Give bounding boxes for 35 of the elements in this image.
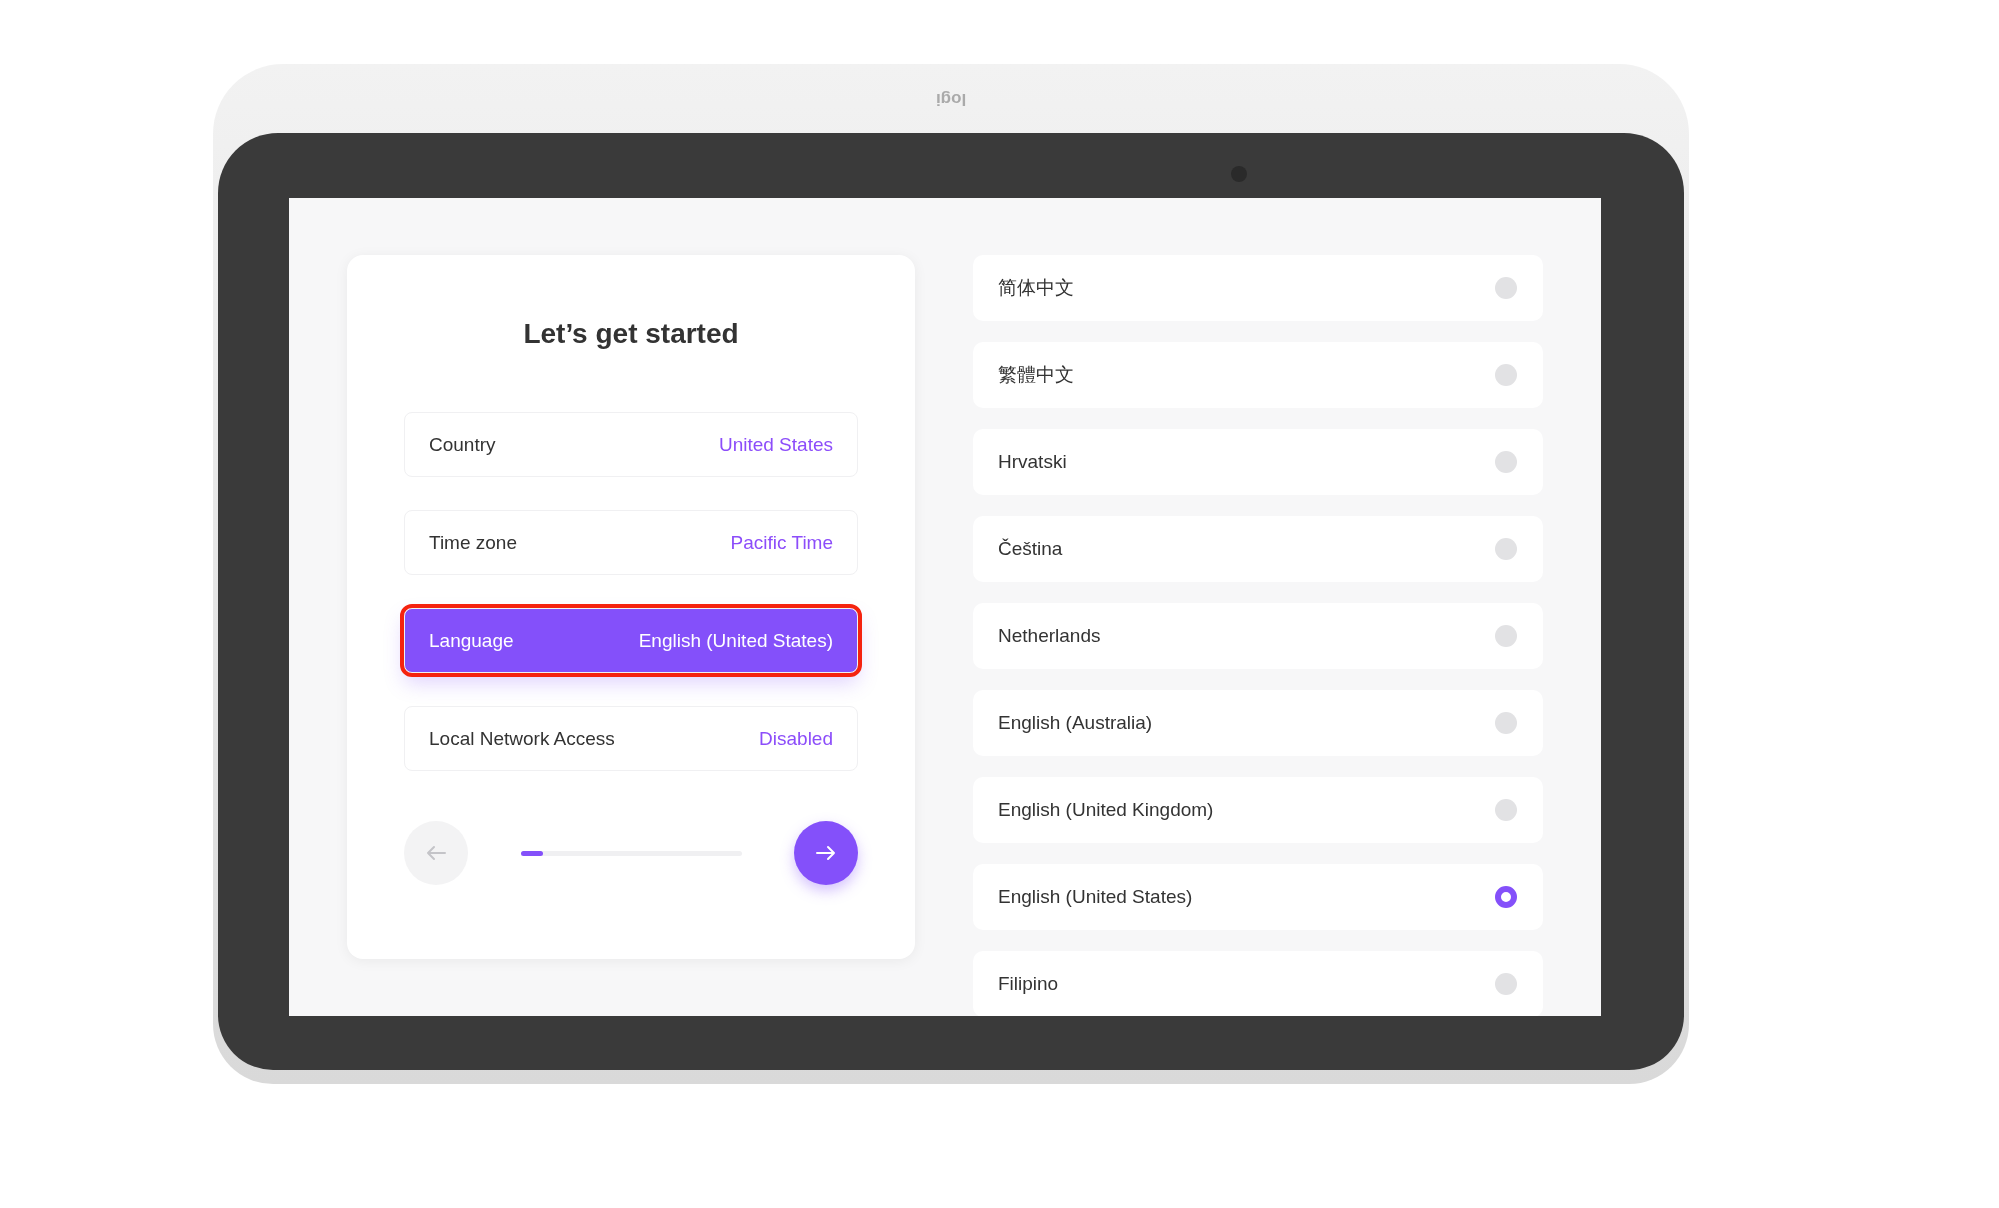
language-option[interactable]: 简体中文 [973, 255, 1543, 321]
radio-button[interactable] [1495, 973, 1517, 995]
setting-row[interactable]: Time zone Pacific Time [404, 510, 858, 575]
radio-button[interactable] [1495, 799, 1517, 821]
language-name: English (United Kingdom) [998, 799, 1214, 821]
language-name: Hrvatski [998, 451, 1067, 473]
setting-row[interactable]: Country United States [404, 412, 858, 477]
language-option[interactable]: Hrvatski [973, 429, 1543, 495]
radio-button[interactable] [1495, 538, 1517, 560]
radio-button[interactable] [1495, 625, 1517, 647]
radio-button[interactable] [1495, 364, 1517, 386]
language-name: 繁體中文 [998, 363, 1074, 387]
radio-button[interactable] [1495, 451, 1517, 473]
left-arrow-icon [426, 845, 446, 861]
language-option[interactable]: English (United Kingdom) [973, 777, 1543, 843]
language-option[interactable]: English (Australia) [973, 690, 1543, 756]
language-option[interactable]: 繁體中文 [973, 342, 1543, 408]
language-name: Filipino [998, 973, 1059, 995]
language-option[interactable]: Čeština [973, 516, 1543, 582]
right-arrow-icon [816, 845, 836, 861]
language-option[interactable]: English (United States) [973, 864, 1543, 930]
device-logo: logi [935, 88, 967, 109]
radio-button[interactable] [1495, 886, 1517, 908]
language-option[interactable]: Filipino [973, 951, 1543, 1016]
setting-row[interactable]: Local Network Access Disabled [404, 706, 858, 771]
card-title: Let’s get started [522, 317, 740, 351]
language-option[interactable]: Netherlands [973, 603, 1543, 669]
language-name: English (United States) [998, 886, 1193, 908]
next-button[interactable] [794, 821, 858, 885]
language-name: 简体中文 [998, 276, 1074, 300]
radio-button[interactable] [1495, 712, 1517, 734]
language-name: English (Australia) [998, 712, 1153, 734]
language-name: Netherlands [998, 625, 1101, 647]
radio-button[interactable] [1495, 277, 1517, 299]
language-name: Čeština [998, 538, 1063, 560]
